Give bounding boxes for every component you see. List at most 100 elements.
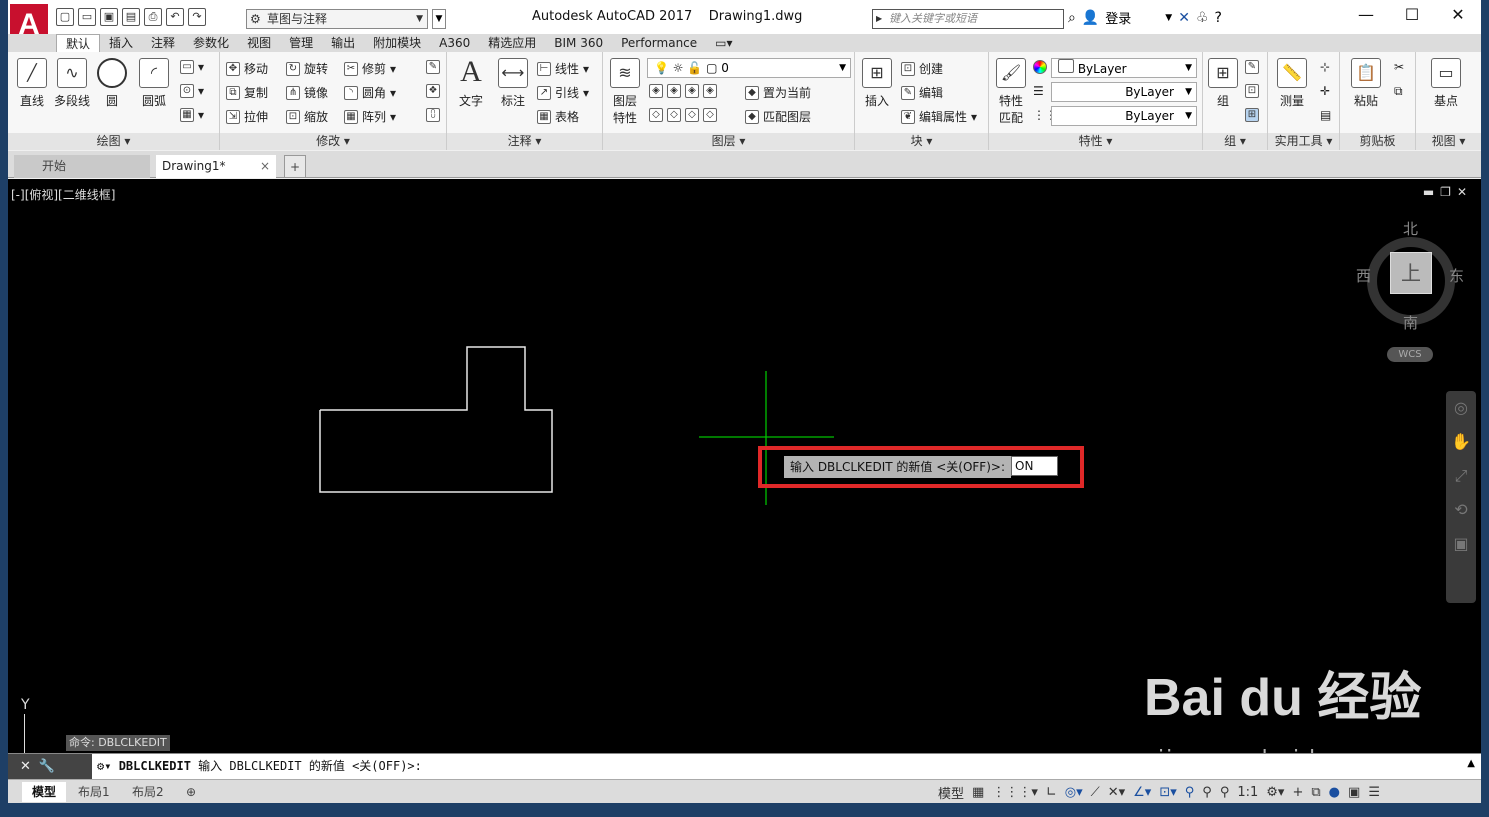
rectangle-button[interactable]: ▭ ▾ xyxy=(180,60,204,74)
tab-insert[interactable]: 插入 xyxy=(100,34,142,52)
binoculars-icon[interactable]: ⌕ xyxy=(1068,10,1076,26)
tab-layout1[interactable]: 布局1 xyxy=(68,782,120,802)
new-tab-button[interactable]: + xyxy=(284,155,306,178)
clean-screen-icon[interactable]: ▣ xyxy=(1348,785,1360,800)
steering-wheel-icon[interactable]: ◎ xyxy=(1446,391,1476,425)
layers-panel-title[interactable]: 图层 ▾ xyxy=(603,133,854,150)
snap-icon[interactable]: ⋮⋮⋮▾ xyxy=(992,785,1038,800)
compass-north[interactable]: 北 xyxy=(1403,218,1418,239)
layer-off-icon[interactable]: ◈ xyxy=(649,84,663,98)
polar-icon[interactable]: ◎▾ xyxy=(1065,785,1083,800)
measure-button[interactable]: 📏 测量 xyxy=(1272,58,1312,109)
create-block-button[interactable]: ⊡ 创建 xyxy=(901,60,943,77)
lineweight-dropdown[interactable]: ByLayer ▼ xyxy=(1051,106,1197,126)
user-icon[interactable]: 👤 xyxy=(1082,10,1099,26)
tab-output[interactable]: 输出 xyxy=(322,34,364,52)
draw-panel-title[interactable]: 绘图 ▾ xyxy=(8,133,219,150)
text-button[interactable]: A 文字 xyxy=(451,57,491,109)
minimize-button[interactable]: — xyxy=(1343,0,1389,32)
drawn-shape[interactable] xyxy=(319,346,553,493)
copy-button[interactable]: ⧉ 复制 xyxy=(226,84,268,101)
otrack-icon[interactable]: ∠▾ xyxy=(1133,785,1151,800)
block-panel-title[interactable]: 块 ▾ xyxy=(855,133,988,150)
paste-button[interactable]: 📋 粘贴 xyxy=(1346,58,1386,109)
scale-button[interactable]: ⊡ 缩放 xyxy=(286,108,328,125)
edit-block-button[interactable]: ✎ 编辑 xyxy=(901,84,943,101)
viewcube-top-face[interactable]: 上 xyxy=(1390,252,1432,294)
annotation-scale-dropdown[interactable]: 1:1 xyxy=(1237,785,1258,800)
tab-default[interactable]: 默认 xyxy=(56,34,101,52)
viewcube[interactable]: 上 北 南 西 东 xyxy=(1356,220,1464,332)
tab-bim360[interactable]: BIM 360 xyxy=(545,34,612,52)
ucs-dynamic-icon[interactable]: ⊡▾ xyxy=(1159,785,1176,800)
mirror-button[interactable]: ⋔ 镜像 xyxy=(286,84,328,101)
polyline-button[interactable]: ∿ 多段线 xyxy=(52,58,92,109)
move-button[interactable]: ✥ 移动 xyxy=(226,60,268,77)
tab-parametric[interactable]: 参数化 xyxy=(184,34,238,52)
tab-layout2[interactable]: 布局2 xyxy=(122,782,174,802)
layer-unlock-icon[interactable]: ◇ xyxy=(703,108,717,122)
customization-icon[interactable]: ☰ xyxy=(1368,785,1380,800)
group-button[interactable]: ⊞ 组 xyxy=(1203,58,1243,109)
tab-manage[interactable]: 管理 xyxy=(280,34,322,52)
undo-icon[interactable]: ↶ xyxy=(166,8,184,26)
wcs-menu[interactable]: WCS xyxy=(1387,347,1433,362)
base-view-button[interactable]: ▭ 基点 xyxy=(1426,58,1466,109)
circle-button[interactable]: 圆 xyxy=(92,58,132,109)
workspace-dropdown[interactable]: ⚙ 草图与注释 ▼ xyxy=(246,9,428,29)
linear-button[interactable]: ⊢ 线性 ▾ xyxy=(537,60,589,77)
gradient-button[interactable]: ▦ ▾ xyxy=(180,108,204,122)
rotate-button[interactable]: ↻ 旋转 xyxy=(286,60,328,77)
color-dropdown[interactable]: ByLayer ▼ xyxy=(1051,58,1197,78)
layer-thaw-icon[interactable]: ◇ xyxy=(685,108,699,122)
match-properties-button[interactable]: 🖌 特性 匹配 xyxy=(991,58,1031,126)
layer-on-icon[interactable]: ◇ xyxy=(649,108,663,122)
close-icon[interactable]: ✕ xyxy=(20,759,39,774)
osnap-icon[interactable]: ✕▾ xyxy=(1108,785,1125,800)
save-as-icon[interactable]: ▤ xyxy=(122,8,140,26)
tab-drawing1[interactable]: Drawing1* × xyxy=(156,155,276,178)
showmotion-icon[interactable]: ▣ xyxy=(1446,527,1476,561)
isolate-objects-icon[interactable]: ● xyxy=(1329,785,1340,800)
annotation-visibility-icon[interactable]: ⚲ xyxy=(1185,785,1195,800)
print-icon[interactable]: ⎙ xyxy=(144,8,162,26)
layer-freeze-icon[interactable]: ◈ xyxy=(685,84,699,98)
offset-button[interactable]: ⩇ xyxy=(426,108,440,122)
help-icon[interactable]: ? xyxy=(1215,10,1222,26)
close-button[interactable]: ✕ xyxy=(1435,0,1481,32)
compass-west[interactable]: 西 xyxy=(1356,265,1371,286)
modify-panel-title[interactable]: 修改 ▾ xyxy=(220,133,446,150)
plus-icon[interactable]: + xyxy=(1292,785,1303,800)
erase-button[interactable]: ✎ xyxy=(426,60,440,74)
fillet-button[interactable]: ◝ 圆角 ▾ xyxy=(344,84,396,101)
command-input[interactable]: ⚙▾ DBLCLKEDIT 输入 DBLCLKEDIT 的新值 <关(OFF)>… xyxy=(97,754,422,779)
insert-block-button[interactable]: ⊞ 插入 xyxy=(857,58,897,109)
tab-annotate[interactable]: 注释 xyxy=(142,34,184,52)
calculator-icon[interactable]: ▤ xyxy=(1320,108,1331,122)
ribbon-options-icon[interactable]: ▭▾ xyxy=(706,34,741,52)
view-panel-title[interactable]: 视图 ▾ xyxy=(1416,133,1481,150)
linetype-dropdown[interactable]: ByLayer ▼ xyxy=(1051,82,1197,102)
cut-icon[interactable]: ✂ xyxy=(1394,60,1404,74)
set-current-button[interactable]: ◆ 置为当前 xyxy=(745,84,811,101)
qat-customize-button[interactable]: ▼ xyxy=(432,9,446,29)
hatch-button[interactable]: ⊙ ▾ xyxy=(180,84,204,98)
command-history-toggle[interactable]: ▲ xyxy=(1467,758,1475,769)
isodraft-icon[interactable]: ⟋ xyxy=(1091,785,1100,800)
model-space-button[interactable]: 模型 xyxy=(938,783,964,802)
gear-icon[interactable]: ⚙▾ xyxy=(97,759,111,773)
save-icon[interactable]: ▣ xyxy=(100,8,118,26)
performance-icon[interactable]: ⧉ xyxy=(1311,785,1320,800)
leader-button[interactable]: ↗ 引线 ▾ xyxy=(537,84,589,101)
trim-button[interactable]: ✂ 修剪 ▾ xyxy=(344,60,396,77)
point-icon[interactable]: ✛ xyxy=(1320,84,1330,98)
maximize-button[interactable]: ☐ xyxy=(1389,0,1435,32)
annotation-panel-title[interactable]: 注释 ▾ xyxy=(447,133,602,150)
command-line[interactable]: ✕🔧 ⚙▾ DBLCLKEDIT 输入 DBLCLKEDIT 的新值 <关(OF… xyxy=(8,753,1481,780)
stretch-button[interactable]: ⇲ 拉伸 xyxy=(226,108,268,125)
new-file-icon[interactable]: ▢ xyxy=(56,8,74,26)
pan-icon[interactable]: ✋ xyxy=(1446,425,1476,459)
grid-icon[interactable]: ▦ xyxy=(972,785,984,800)
ortho-icon[interactable]: ∟ xyxy=(1046,785,1057,800)
login-button[interactable]: 登录 xyxy=(1105,8,1131,27)
